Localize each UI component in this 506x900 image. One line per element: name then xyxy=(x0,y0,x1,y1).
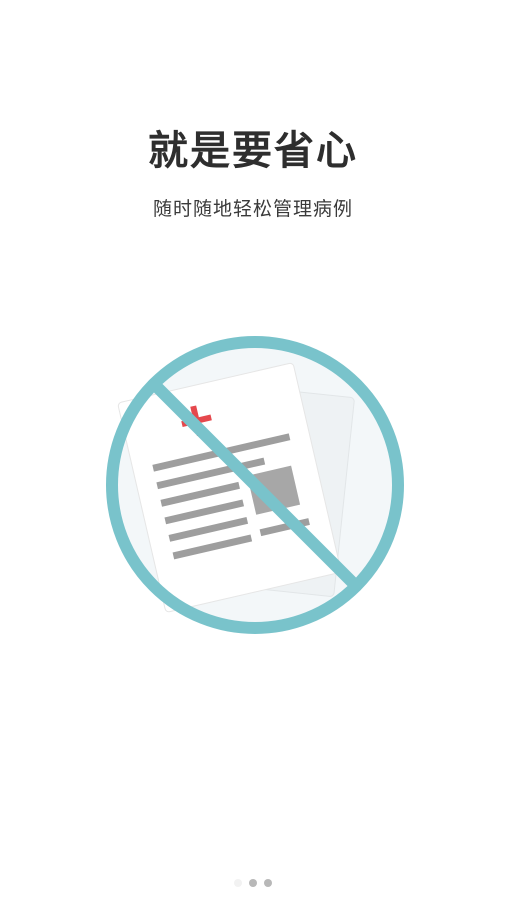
onboarding-screen[interactable]: 就是要省心 随时随地轻松管理病例 xyxy=(0,0,506,900)
onboarding-title: 就是要省心 xyxy=(148,128,358,174)
no-paper-records-icon xyxy=(100,330,410,640)
page-dot-1[interactable] xyxy=(234,879,242,887)
page-dot-3[interactable] xyxy=(264,879,272,887)
page-dot-2[interactable] xyxy=(249,879,257,887)
onboarding-subtitle: 随时随地轻松管理病例 xyxy=(152,198,353,220)
page-indicator xyxy=(0,879,506,887)
